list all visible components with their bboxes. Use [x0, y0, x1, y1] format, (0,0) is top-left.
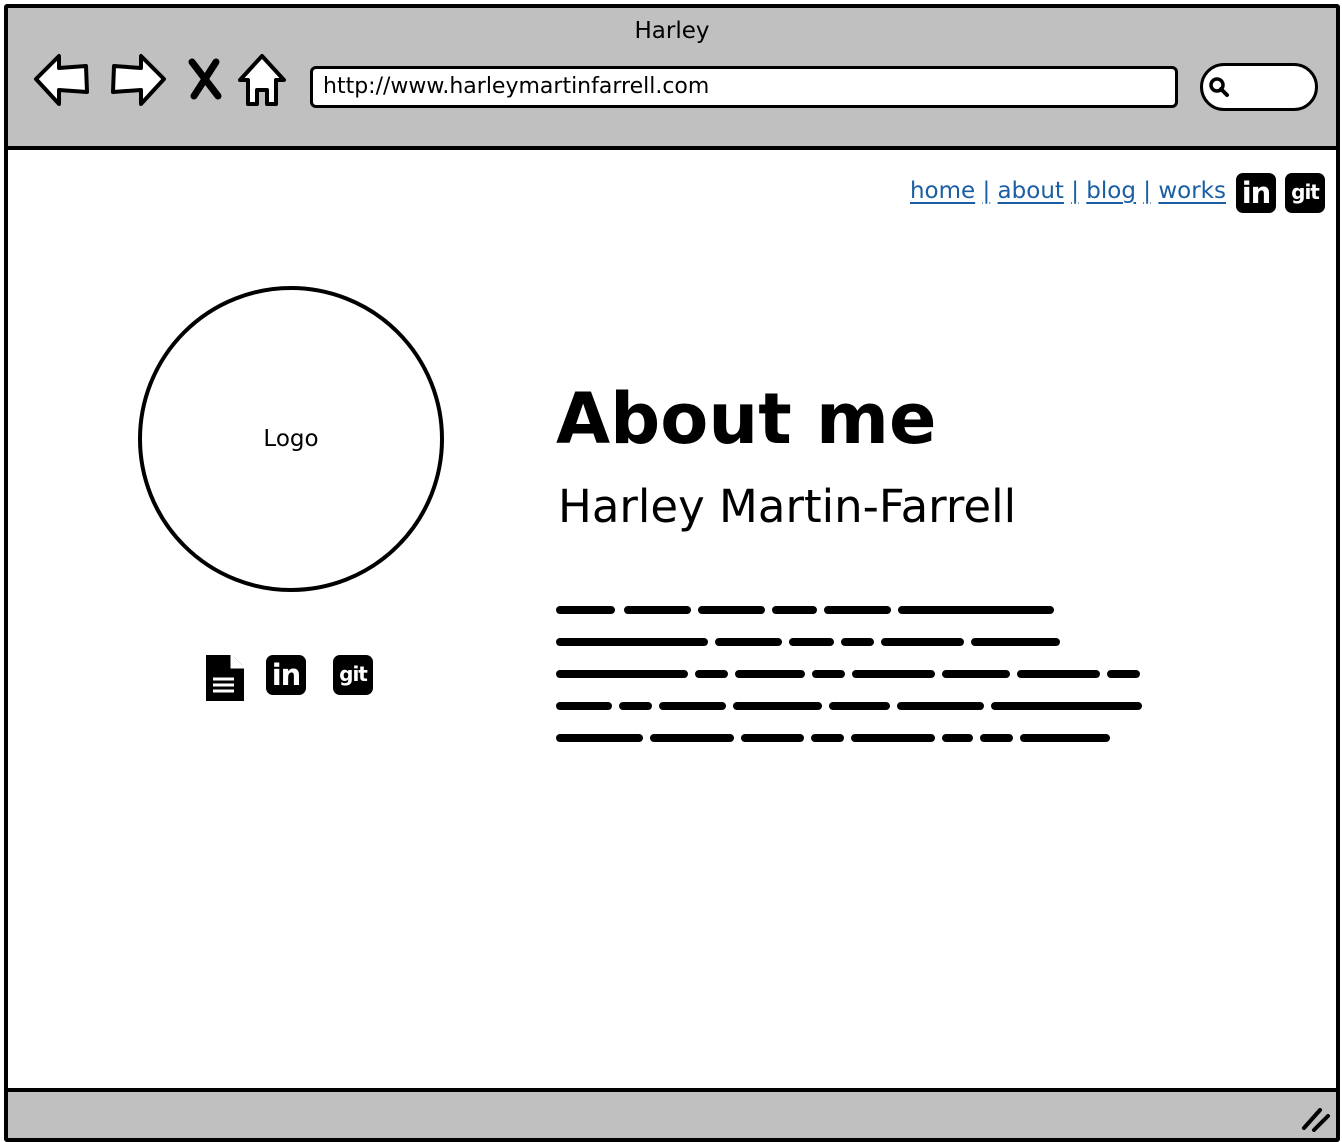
nav-separator: |	[1071, 178, 1079, 204]
resize-grip-icon[interactable]	[1298, 1104, 1332, 1132]
back-arrow-icon	[34, 54, 89, 106]
window-title: Harley	[634, 18, 710, 44]
search-input[interactable]	[1200, 63, 1318, 111]
git-icon[interactable]: git	[333, 655, 373, 695]
status-bar	[8, 1088, 1336, 1138]
nav-separator: |	[982, 178, 991, 204]
profile-name: Harley Martin-Farrell	[558, 480, 1017, 533]
nav-link-about[interactable]: about	[998, 178, 1064, 204]
nav-link-blog[interactable]: blog	[1086, 178, 1136, 204]
home-button[interactable]	[234, 48, 290, 110]
close-x-icon	[188, 58, 222, 100]
page-title: About me	[556, 378, 937, 460]
home-icon	[238, 54, 286, 106]
stop-button[interactable]	[180, 48, 230, 110]
nav-separator: |	[1143, 178, 1152, 204]
nav-link-home[interactable]: home	[910, 178, 975, 204]
top-navigation: home | about | blog | works	[910, 178, 1226, 204]
linkedin-icon[interactable]: in	[266, 655, 306, 695]
forward-button[interactable]	[108, 48, 168, 110]
back-button[interactable]	[32, 48, 92, 110]
forward-arrow-icon	[111, 54, 166, 106]
page-content: home | about | blog | works in git Logo …	[8, 150, 1336, 1088]
address-bar[interactable]: http://www.harleymartinfarrell.com	[310, 66, 1178, 108]
logo-label: Logo	[263, 426, 319, 452]
document-icon[interactable]	[204, 653, 246, 703]
nav-link-works[interactable]: works	[1158, 178, 1226, 204]
search-icon	[1209, 77, 1229, 97]
git-icon[interactable]: git	[1285, 173, 1325, 213]
browser-toolbar: Harley http://www.harleymartinfarrell.co…	[8, 8, 1336, 150]
linkedin-icon[interactable]: in	[1236, 173, 1276, 213]
browser-window: Harley http://www.harleymartinfarrell.co…	[4, 4, 1340, 1142]
placeholder-text-scribble	[556, 606, 1142, 742]
logo-placeholder: Logo	[138, 286, 444, 592]
